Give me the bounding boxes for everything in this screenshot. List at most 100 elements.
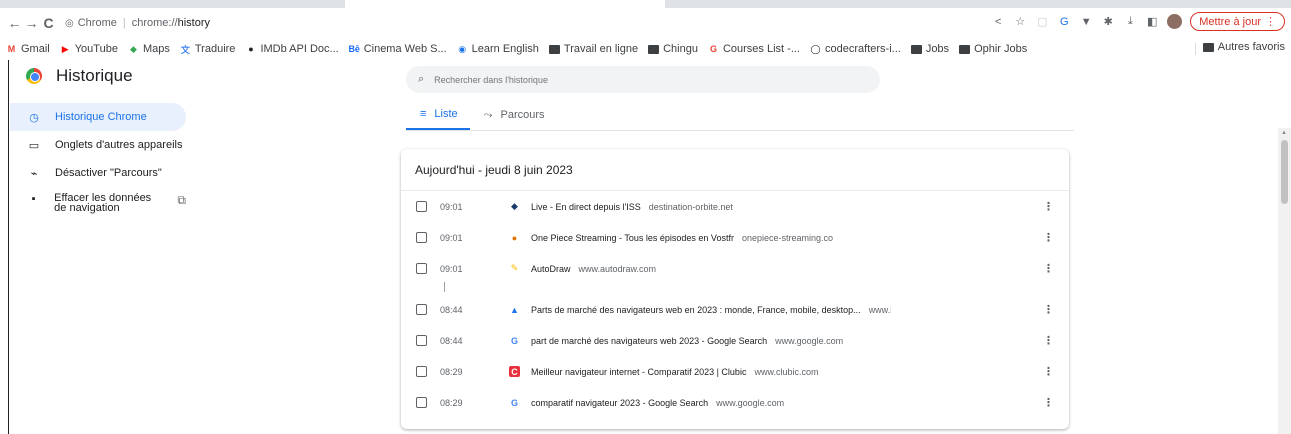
sidebar-item-clear-data[interactable]: ▪ Effacer les données de navigation ⧉ bbox=[10, 187, 186, 221]
bookmark-item[interactable]: Chingu bbox=[648, 43, 698, 55]
bookmark-item[interactable]: M Gmail bbox=[6, 43, 50, 55]
entry-domain: www.autodraw.com bbox=[578, 263, 657, 274]
bookmarks-bar: M Gmail ▶ YouTube ◆ Maps 文 Traduire ● IMDb API Do… bbox=[0, 38, 1291, 60]
filter-icon[interactable]: ▼ bbox=[1079, 15, 1093, 29]
entry-domain: www.google.com bbox=[716, 397, 785, 408]
forward-icon[interactable]: → bbox=[23, 12, 40, 34]
entry-time: 08:29 bbox=[440, 366, 463, 377]
history-entry[interactable]: 08:29 Gcomparatif navigateur 2023 - Googl… bbox=[401, 387, 1069, 418]
entry-link[interactable]: part de marché des navigateurs web 2023 … bbox=[531, 336, 843, 346]
tab-list[interactable]: ≡ Liste bbox=[406, 100, 470, 130]
star-icon[interactable]: ☆ bbox=[1013, 15, 1027, 29]
url-path: history bbox=[177, 17, 210, 29]
google-icon: G bbox=[510, 335, 518, 346]
history-entry[interactable]: 08:44 Gpart de marché des navigateurs web… bbox=[401, 325, 1069, 356]
entry-link[interactable]: Live - En direct depuis l'ISS destination… bbox=[531, 202, 733, 212]
bookmark-item[interactable]: ▶ YouTube bbox=[60, 43, 118, 55]
history-entry[interactable]: 08:44 ▲ Parts de marché des navigateurs we… bbox=[401, 294, 1069, 325]
bookmark-label: codecrafters-i... bbox=[825, 43, 901, 55]
entry-checkbox[interactable] bbox=[416, 304, 427, 315]
folder-icon bbox=[1202, 42, 1214, 52]
search-input[interactable] bbox=[434, 74, 835, 85]
entry-title: Live - En direct depuis l'ISS bbox=[531, 201, 641, 212]
entry-checkbox[interactable] bbox=[416, 232, 427, 243]
bookmark-item[interactable]: Jobs bbox=[910, 43, 949, 55]
history-entry[interactable]: 08:29 C Meilleur navigateur internet - Com… bbox=[401, 356, 1069, 387]
sidebar-item-other-devices[interactable]: ▭ Onglets d'autres appareils bbox=[10, 131, 186, 159]
entry-link[interactable]: One Piece Streaming - Tous les épisodes … bbox=[531, 233, 833, 243]
bookmark-item[interactable]: ◆ Maps bbox=[128, 43, 170, 55]
entry-link[interactable]: Parts de marché des navigateurs web en 2… bbox=[531, 305, 891, 315]
bookmark-item[interactable]: 文 Traduire bbox=[180, 43, 236, 55]
update-button[interactable]: Mettre à jour ⋮ bbox=[1190, 12, 1285, 31]
open-in-new-icon: ⧉ bbox=[177, 193, 186, 207]
entry-checkbox[interactable] bbox=[416, 335, 427, 346]
bookmark-item[interactable]: ● IMDb API Doc... bbox=[245, 43, 338, 55]
more-actions-icon[interactable]: ⋮ bbox=[1043, 262, 1054, 275]
bookmark-item[interactable]: G Courses List -... bbox=[708, 43, 800, 55]
youtube-icon: ▶ bbox=[61, 43, 69, 54]
bookmark-item[interactable]: Travail en ligne bbox=[548, 43, 638, 55]
history-entry[interactable]: 09:01 ● One Piece Streaming - Tous les épi… bbox=[401, 222, 1069, 253]
extension-square-icon[interactable]: ▢ bbox=[1035, 15, 1049, 29]
more-actions-icon[interactable]: ⋮ bbox=[1043, 334, 1054, 347]
other-bookmarks[interactable]: Autres favoris bbox=[1202, 41, 1285, 53]
search-bar[interactable]: ⌕ bbox=[406, 66, 880, 93]
entry-checkbox[interactable] bbox=[416, 397, 427, 408]
active-tab[interactable] bbox=[345, 0, 665, 8]
bookmark-item[interactable]: Ophir Jobs bbox=[959, 43, 1027, 55]
journeys-off-icon: ⌁ bbox=[30, 167, 38, 180]
bookmark-item[interactable]: Bē Cinema Web S... bbox=[348, 43, 446, 55]
entry-checkbox[interactable] bbox=[416, 201, 427, 212]
avatar[interactable] bbox=[1167, 14, 1183, 29]
entry-time: 09:01 bbox=[440, 232, 463, 243]
download-icon[interactable]: ⤓ bbox=[1123, 15, 1137, 29]
kebab-icon: ⋮ bbox=[1265, 16, 1276, 28]
sidebar-item-disable-journeys[interactable]: ⌁ Désactiver "Parcours" bbox=[10, 159, 186, 187]
bookmark-item[interactable]: ◯ codecrafters-i... bbox=[810, 43, 901, 55]
entry-domain: onepiece-streaming.co bbox=[741, 232, 834, 243]
tab-strip bbox=[0, 0, 1291, 8]
puzzle-icon[interactable]: ✱ bbox=[1101, 15, 1115, 29]
entry-link[interactable]: Meilleur navigateur internet - Comparati… bbox=[531, 367, 818, 377]
grammarly-icon[interactable]: G bbox=[1057, 15, 1071, 29]
entry-link[interactable]: AutoDraw www.autodraw.com bbox=[531, 264, 656, 274]
bookmark-label: Gmail bbox=[21, 43, 50, 55]
bookmark-label: YouTube bbox=[74, 43, 118, 55]
more-actions-icon[interactable]: ⋮ bbox=[1043, 396, 1054, 409]
more-actions-icon[interactable]: ⋮ bbox=[1043, 303, 1054, 316]
scrollbar[interactable]: ▲ bbox=[1278, 128, 1291, 434]
entry-checkbox[interactable] bbox=[416, 366, 427, 377]
history-entry[interactable]: 09:01 ✎ AutoDraw www.autodraw.com ⋮ bbox=[401, 253, 1069, 284]
more-actions-icon[interactable]: ⋮ bbox=[1043, 365, 1054, 378]
sidebar-item-chrome-history[interactable]: ◷ Historique Chrome bbox=[10, 103, 186, 131]
time-gap bbox=[401, 282, 1069, 294]
google-icon: G bbox=[709, 44, 717, 54]
more-actions-icon[interactable]: ⋮ bbox=[1043, 200, 1054, 213]
translate-icon: 文 bbox=[180, 44, 190, 55]
tab-journeys[interactable]: ⤳ Parcours bbox=[470, 100, 557, 130]
back-icon[interactable]: ← bbox=[6, 12, 23, 34]
side-panel-icon[interactable]: ◧ bbox=[1145, 15, 1159, 29]
entry-title: One Piece Streaming - Tous les épisodes … bbox=[531, 232, 734, 243]
share-icon[interactable]: < bbox=[991, 15, 1005, 29]
entry-title: Meilleur navigateur internet - Comparati… bbox=[531, 366, 747, 377]
update-label: Mettre à jour bbox=[1199, 15, 1261, 28]
entry-domain: www.clubic.com bbox=[754, 366, 819, 377]
window-edge bbox=[8, 60, 9, 434]
view-tabs: ≡ Liste ⤳ Parcours bbox=[406, 100, 1074, 131]
omnibox[interactable]: ◎ Chrome | chrome://history bbox=[65, 12, 210, 34]
site-chip[interactable]: ◎ Chrome bbox=[65, 17, 117, 29]
entry-checkbox[interactable] bbox=[416, 263, 427, 274]
bookmark-label: IMDb API Doc... bbox=[260, 43, 339, 55]
entry-link[interactable]: comparatif navigateur 2023 - Google Sear… bbox=[531, 398, 784, 408]
history-entry[interactable]: 09:01 ◆ Live - En direct depuis l'ISS desti… bbox=[401, 191, 1069, 222]
scrollbar-thumb[interactable] bbox=[1281, 140, 1288, 204]
maps-icon: ◆ bbox=[130, 43, 137, 54]
entry-time: 08:44 bbox=[440, 335, 463, 346]
more-actions-icon[interactable]: ⋮ bbox=[1043, 231, 1054, 244]
bookmark-item[interactable]: ◉ Learn English bbox=[457, 43, 539, 55]
reload-icon[interactable]: C bbox=[40, 12, 57, 34]
learn-english-icon: ◉ bbox=[458, 43, 467, 54]
scroll-up-icon[interactable]: ▲ bbox=[1281, 130, 1287, 136]
